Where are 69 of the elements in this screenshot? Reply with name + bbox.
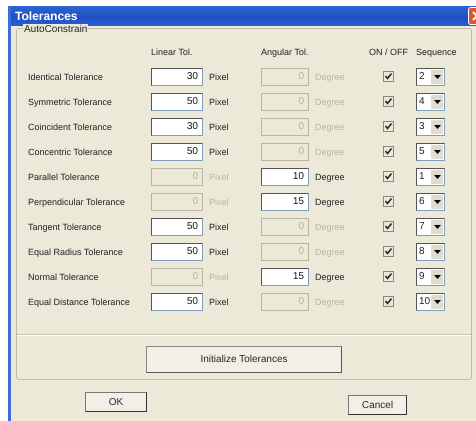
sequence-dropdown[interactable]: 6	[416, 192, 445, 210]
row-label: Concentric Tolerance	[28, 146, 114, 156]
ok-button[interactable]: OK	[85, 392, 147, 412]
column-header: Linear Tol.	[151, 46, 192, 56]
checkbox[interactable]	[383, 146, 394, 157]
checkbox[interactable]	[383, 246, 394, 257]
row-label: Parallel Tolerance	[28, 172, 100, 182]
unit-label: Pixel	[208, 222, 230, 232]
unit-label: Pixel	[208, 122, 230, 132]
sequence-dropdown[interactable]: 9	[416, 268, 445, 286]
row-label: Perpendicular Tolerance	[28, 196, 126, 206]
cancel-button[interactable]: Cancel	[348, 395, 407, 415]
checkbox[interactable]	[383, 196, 394, 207]
caret-icon	[434, 74, 440, 78]
number-field[interactable]: 50	[151, 92, 203, 110]
caret-icon	[434, 124, 440, 128]
row-label: Normal Tolerance	[28, 272, 100, 282]
column-header: Sequence	[416, 46, 457, 56]
row-label: Coincident Tolerance	[28, 122, 113, 132]
sequence-dropdown[interactable]: 1	[416, 168, 445, 186]
row-label: Symmetric Tolerance	[28, 96, 113, 106]
unit-label: Pixel	[208, 96, 230, 106]
checkbox[interactable]	[383, 221, 394, 232]
unit-label: Pixel	[208, 246, 230, 256]
caret-icon	[434, 200, 440, 204]
checkbox[interactable]	[383, 171, 394, 182]
checkbox[interactable]	[383, 296, 394, 307]
checkbox[interactable]	[383, 96, 394, 107]
number-field[interactable]: 50	[151, 292, 203, 310]
column-header: Angular Tol.	[261, 46, 308, 56]
number-field[interactable]: 15	[261, 192, 309, 210]
number-field[interactable]: 15	[261, 268, 309, 286]
number-field[interactable]: 30	[151, 68, 203, 86]
sequence-dropdown[interactable]: 8	[416, 242, 445, 260]
row-label: Identical Tolerance	[28, 72, 104, 82]
unit-label: Degree	[314, 172, 346, 182]
column-header: ON / OFF	[369, 46, 408, 56]
number-field[interactable]: 30	[151, 118, 203, 136]
caret-icon	[434, 174, 440, 178]
number-field[interactable]: 10	[261, 168, 309, 186]
sequence-dropdown[interactable]: 3	[416, 118, 445, 136]
number-field[interactable]: 50	[151, 142, 203, 160]
caret-icon	[434, 274, 440, 278]
row-label: Equal Distance Tolerance	[28, 296, 131, 306]
unit-label: Pixel	[208, 72, 230, 82]
sequence-dropdown[interactable]: 2	[416, 68, 445, 86]
unit-label: Pixel	[208, 146, 230, 156]
caret-icon	[434, 250, 440, 254]
sequence-dropdown[interactable]: 10	[416, 292, 445, 310]
checkbox[interactable]	[383, 71, 394, 82]
checkbox[interactable]	[383, 271, 394, 282]
sequence-dropdown[interactable]: 4	[416, 92, 445, 110]
caret-icon	[434, 150, 440, 154]
unit-label: Degree	[314, 196, 346, 206]
unit-label: Pixel	[208, 296, 230, 306]
row-label: Tangent Tolerance	[28, 222, 102, 232]
initialize-button[interactable]: Initialize Tolerances	[146, 346, 342, 373]
caret-icon	[434, 100, 440, 104]
sequence-dropdown[interactable]: 7	[416, 218, 445, 236]
number-field[interactable]: 50	[151, 218, 203, 236]
row-label: Equal Radius Tolerance	[28, 246, 124, 256]
unit-label: Degree	[314, 272, 346, 282]
number-field[interactable]: 50	[151, 242, 203, 260]
caret-icon	[434, 224, 440, 228]
caret-icon	[434, 300, 440, 304]
window-title: Tolerances	[15, 9, 78, 23]
group-title: AutoConstrain	[23, 24, 88, 35]
sequence-dropdown[interactable]: 5	[416, 142, 445, 160]
checkbox[interactable]	[383, 121, 394, 132]
